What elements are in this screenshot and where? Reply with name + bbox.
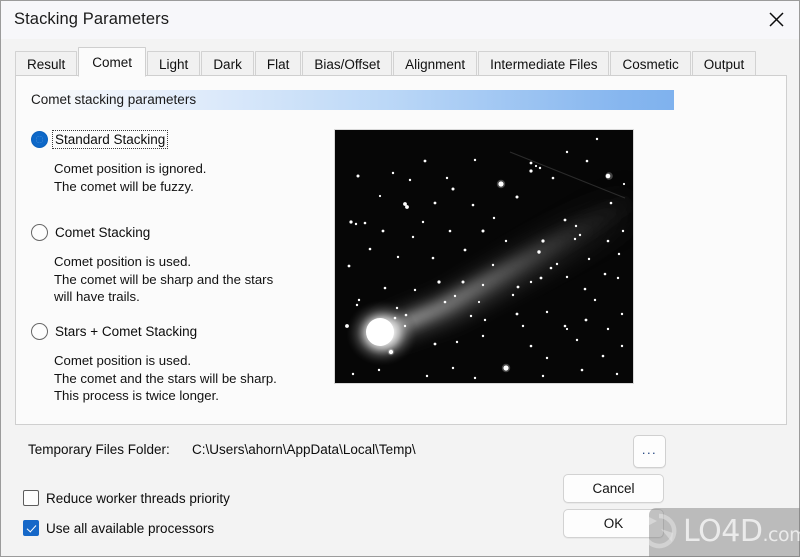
radio-label: Comet Stacking [55, 225, 151, 240]
ellipsis-icon: ... [641, 441, 658, 457]
tab-comet[interactable]: Comet [78, 47, 147, 77]
checkbox-indicator[interactable] [23, 520, 39, 536]
tab-label: Output [703, 56, 745, 72]
radio-indicator[interactable] [31, 131, 48, 148]
temp-folder-label: Temporary Files Folder: [28, 442, 170, 457]
cancel-button[interactable]: Cancel [563, 474, 664, 503]
window-frame: Stacking Parameters Result Comet Light D… [0, 0, 800, 557]
tab-cosmetic[interactable]: Cosmetic [610, 51, 691, 76]
comet-preview-image [334, 129, 634, 384]
radio-indicator[interactable] [31, 323, 48, 340]
watermark-text: LO4D.com [683, 513, 800, 550]
radio-option-stars-plus-comet-stacking[interactable]: Stars + Comet Stacking [31, 323, 199, 340]
radio-description-standard-stacking: Comet position is ignored. The comet wil… [54, 161, 207, 194]
tab-alignment[interactable]: Alignment [393, 51, 478, 76]
tab-light[interactable]: Light [147, 51, 201, 76]
radio-description-stars-plus-comet-stacking: Comet position is used. The comet and th… [54, 353, 277, 403]
stacking-parameters-dialog: Stacking Parameters Result Comet Light D… [0, 0, 800, 557]
tab-result[interactable]: Result [15, 51, 78, 76]
tab-label: Flat [266, 56, 290, 72]
group-header-label: Comet stacking parameters [31, 92, 197, 107]
comet-tab-panel: Comet stacking parameters Standard Stack… [15, 75, 787, 425]
radio-label: Standard Stacking [51, 130, 169, 149]
lo4d-watermark: LO4D.com [649, 508, 800, 557]
tabstrip: Result Comet Light Dark Flat Bias/Offset… [15, 47, 757, 77]
tab-dark[interactable]: Dark [201, 51, 254, 76]
checkbox-label: Use all available processors [46, 520, 215, 536]
titlebar: Stacking Parameters [1, 1, 799, 39]
checkbox-row-reduce-worker-threads-priority[interactable]: Reduce worker threads priority [23, 490, 230, 506]
radio-description-comet-stacking: Comet position is used. The comet will b… [54, 254, 274, 304]
tab-label: Light [159, 56, 189, 72]
radio-option-comet-stacking[interactable]: Comet Stacking [31, 224, 152, 241]
temp-folder-value: C:\Users\ahorn\AppData\Local\Temp\ [192, 442, 416, 457]
tab-intermediate-files[interactable]: Intermediate Files [478, 51, 610, 76]
tab-flat[interactable]: Flat [254, 51, 302, 76]
radio-indicator[interactable] [31, 224, 48, 241]
ok-button[interactable]: OK [563, 509, 664, 538]
checkbox-indicator[interactable] [23, 490, 39, 506]
checkbox-row-use-all-available-processors[interactable]: Use all available processors [23, 520, 214, 536]
tab-label: Result [27, 56, 66, 72]
tab-label: Cosmetic [622, 56, 679, 72]
watermark-brand: LO4D [683, 513, 763, 549]
browse-folder-button[interactable]: ... [633, 435, 666, 468]
tab-label: Intermediate Files [490, 56, 598, 72]
ok-button-label: OK [603, 516, 624, 531]
tab-label: Alignment [405, 56, 466, 72]
tab-label: Bias/Offset [314, 56, 381, 72]
checkbox-label: Reduce worker threads priority [46, 490, 230, 506]
window-title: Stacking Parameters [14, 10, 170, 28]
tab-output[interactable]: Output [691, 51, 757, 76]
radio-label: Stars + Comet Stacking [55, 324, 198, 339]
radio-option-standard-stacking[interactable]: Standard Stacking [31, 130, 169, 149]
close-icon[interactable] [753, 1, 799, 38]
tab-label: Dark [213, 56, 242, 72]
tab-bias-offset[interactable]: Bias/Offset [302, 51, 393, 76]
watermark-suffix: .com [762, 523, 800, 546]
tab-label: Comet [92, 54, 133, 70]
cancel-button-label: Cancel [592, 481, 635, 496]
